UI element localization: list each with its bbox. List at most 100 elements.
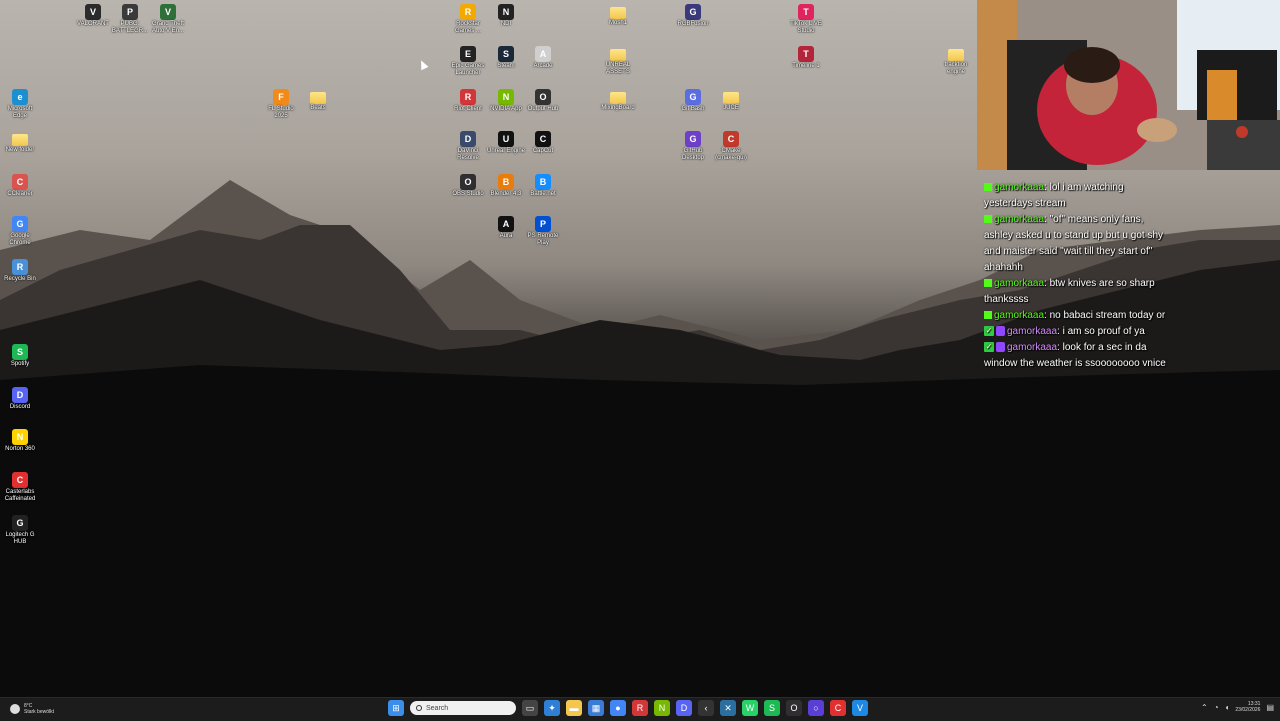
battlenet-icon: B: [535, 174, 551, 190]
desktop-icon-label: MixingBoard: [601, 105, 635, 111]
desktop-icon-label: JUCE: [723, 105, 739, 111]
desktop-icon[interactable]: T TikTok LIVE Studio: [786, 4, 826, 35]
weather-widget[interactable]: 8°C Stark bewölkt: [10, 703, 54, 715]
desktop-icon[interactable]: MixingBoard: [598, 89, 638, 112]
desktop-icon-label: Arcade: [533, 63, 553, 69]
desktop-icon[interactable]: C CapCut: [523, 131, 563, 155]
desktop-icon[interactable]: O OBS Studio: [448, 174, 488, 198]
desktop-icon[interactable]: T Timeline 1: [786, 46, 826, 70]
desktop-icon[interactable]: G GitHub Desktop: [673, 131, 713, 162]
spotify-icon[interactable]: S: [764, 700, 780, 716]
chat-username: gamorkaaa: [1007, 342, 1058, 353]
discord-icon[interactable]: D: [676, 700, 692, 716]
nvidia-icon[interactable]: N: [654, 700, 670, 716]
desktop-icon[interactable]: B Blender 4.3: [486, 174, 526, 198]
stream-chat-overlay: gamorkaaa: lol i am watching yesterdays …: [984, 180, 1174, 372]
tool-icon[interactable]: ✕: [720, 700, 736, 716]
desktop-icon[interactable]: A Aura: [486, 216, 526, 240]
desktop-icon-label: Norton 360: [5, 446, 35, 452]
back-icon[interactable]: ‹: [698, 700, 714, 716]
search-box[interactable]: Search: [410, 701, 516, 715]
desktop-icon[interactable]: A Arcade: [523, 46, 563, 70]
copilot-icon[interactable]: ✦: [544, 700, 560, 716]
clock-date: 23/02/2026: [1235, 707, 1261, 713]
obs-icon[interactable]: O: [786, 700, 802, 716]
desktop-icon[interactable]: S Steam: [486, 46, 526, 70]
kick-badge-icon: [984, 279, 992, 288]
file-explorer-icon[interactable]: ▬: [566, 700, 582, 716]
desktop-icon-label: Rockstar Games ...: [454, 21, 481, 34]
desktop-icon[interactable]: E Epic Games Launcher: [448, 46, 488, 77]
kick-badge-icon: [984, 311, 992, 320]
system-tray: ⌃ ◔ ◖ 13:31 23/02/2026 ▤: [1201, 701, 1274, 713]
notification-bell-icon[interactable]: ▤: [1266, 703, 1274, 712]
taskbar-center: ⊞ Search ▭ ✦ ▬ ▦ ● R N D ‹ ✕ W S O ○ C V: [388, 700, 868, 716]
desktop-icon[interactable]: P PS Remote Play: [523, 216, 563, 247]
norton-icon: N: [12, 429, 28, 445]
desktop-icon-label: tracktion engine: [944, 62, 968, 75]
desktop-icon[interactable]: G Git Bash: [673, 89, 713, 113]
search-placeholder: Search: [426, 704, 449, 712]
desktop-icon[interactable]: N NVIDIA App: [486, 89, 526, 113]
desktop-icon[interactable]: New folder: [0, 131, 40, 154]
desktop-icon[interactable]: R Recycle Bin: [0, 259, 40, 283]
desktop-icon[interactable]: Mosh1: [598, 4, 638, 27]
desktop-icon[interactable]: S Spotify: [0, 344, 40, 368]
desktop-icon[interactable]: C CCleaner: [0, 174, 40, 198]
desktop-icon[interactable]: V VALORANT: [73, 4, 113, 28]
desktop-icon[interactable]: G Google Chrome: [0, 216, 40, 247]
desktop-icon[interactable]: R Riot Client: [448, 89, 488, 113]
desktop-icon-label: PUBG: BATTLEGR...: [111, 21, 149, 34]
aura-icon: A: [498, 216, 514, 232]
desktop-icon[interactable]: e Microsoft Edge: [0, 89, 40, 120]
folder-icon: [948, 49, 964, 61]
folder-icon: [310, 92, 326, 104]
spotify-icon: S: [12, 344, 28, 360]
clock[interactable]: 13:31 23/02/2026: [1235, 701, 1260, 713]
desktop-icon[interactable]: G RGBFusion: [673, 4, 713, 28]
chevron-up-icon[interactable]: ⌃: [1201, 703, 1208, 712]
vscode-icon[interactable]: V: [852, 700, 868, 716]
volume-icon[interactable]: ◖: [1225, 703, 1230, 712]
desktop-icon[interactable]: tracktion engine: [936, 46, 976, 76]
desktop-icon[interactable]: G Logitech G HUB: [0, 515, 40, 546]
desktop-icon[interactable]: C Casterlabs Caffeinated: [0, 472, 40, 503]
desktop-icon[interactable]: O Output Hub: [523, 89, 563, 113]
network-icon[interactable]: ◔: [1214, 703, 1219, 712]
riot-icon[interactable]: R: [632, 700, 648, 716]
desktop-icon[interactable]: F FL Studio 2025: [261, 89, 301, 120]
task-view-icon[interactable]: ▭: [522, 700, 538, 716]
desktop-icon[interactable]: U Unreal Engine: [486, 131, 526, 155]
casterlabs-icon[interactable]: C: [830, 700, 846, 716]
desktop-icon[interactable]: JUCE: [711, 89, 751, 112]
desktop-icon-label: DaVinci Resolve: [457, 148, 479, 161]
chat-username: gamorkaaa: [994, 214, 1045, 225]
desktop-icon[interactable]: P PUBG: BATTLEGR...: [110, 4, 150, 35]
edge-icon: e: [12, 89, 28, 105]
desktop-icon-label: GitHub Desktop: [681, 148, 704, 161]
desktop-icon[interactable]: D DaVinci Resolve: [448, 131, 488, 162]
folder-icon: [610, 49, 626, 61]
desktop-icon[interactable]: R Rockstar Games ...: [448, 4, 488, 35]
circle-app-icon[interactable]: ○: [808, 700, 824, 716]
desktop-icon-label: Battle.net: [530, 191, 556, 197]
desktop-icon[interactable]: N NDI: [486, 4, 526, 28]
desktop-icon[interactable]: C CMake (cmake-gui): [711, 131, 751, 162]
whatsapp-icon[interactable]: W: [742, 700, 758, 716]
store-icon[interactable]: ▦: [588, 700, 604, 716]
desktop-icon-label: Discord: [9, 404, 31, 410]
start-icon[interactable]: ⊞: [388, 700, 404, 716]
desktop-icon[interactable]: B Battle.net: [523, 174, 563, 198]
desktop-icon[interactable]: D Discord: [0, 387, 40, 411]
desktop-icon[interactable]: V Grand Theft Auto V En...: [148, 4, 188, 35]
desktop-icon-label: PS Remote Play: [527, 233, 559, 246]
desktop-icon[interactable]: N Norton 360: [0, 429, 40, 453]
chat-message: gamorkaaa: lol i am watching yesterdays …: [984, 182, 1124, 209]
cmake-icon: C: [723, 131, 739, 147]
search-icon: [416, 705, 422, 711]
desktop-icon-label: Timeline 1: [792, 63, 820, 69]
desktop-icon[interactable]: Beats: [298, 89, 338, 112]
desktop-icon-label: Git Bash: [681, 106, 705, 112]
chrome-icon[interactable]: ●: [610, 700, 626, 716]
desktop-icon[interactable]: UNREAL ASSETS: [598, 46, 638, 76]
